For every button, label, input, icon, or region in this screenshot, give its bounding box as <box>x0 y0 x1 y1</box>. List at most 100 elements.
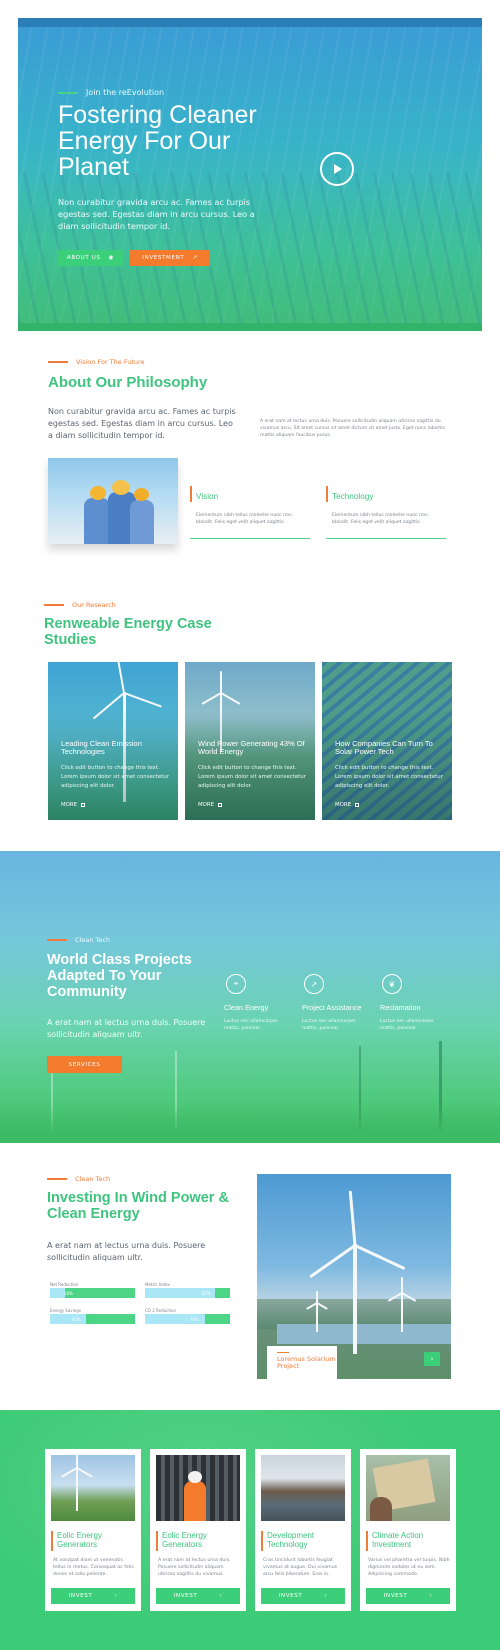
meter-energy-savings: Energy Savings 42% <box>50 1308 135 1324</box>
meter-track: 42% <box>50 1314 135 1324</box>
philosophy-small-text: A erat nam at lectus urna duis. Posuere … <box>260 419 445 438</box>
pin-icon: ⌖ <box>226 974 246 994</box>
meter-value: 18% <box>64 1291 73 1296</box>
invest-button[interactable]: INVEST › <box>366 1588 450 1604</box>
case-study-card[interactable]: Leading Clean Emission Technologies Clic… <box>48 662 178 820</box>
invest-button[interactable]: INVEST › <box>51 1588 135 1604</box>
chart-icon: ↗ <box>192 255 198 261</box>
caption-line <box>277 1352 289 1353</box>
world-eyebrow-text: Clean Tech <box>75 936 111 944</box>
hero-eyebrow-text: Join the reEvolution <box>86 88 165 97</box>
world-feature-title: Reclamation <box>380 1003 421 1012</box>
world-feature-project-assistance: ↗ Project Assistance Luctus nec ullamcor… <box>302 974 372 1032</box>
philosophy-eyebrow-text: Vision For The Future <box>76 358 145 366</box>
meter-value: 82% <box>202 1291 211 1296</box>
more-link[interactable]: MORE <box>198 802 223 808</box>
feature-title: Vision <box>196 492 219 501</box>
meter-track: 82% <box>145 1288 230 1298</box>
product-photo <box>261 1455 345 1521</box>
product-card: Eolic Energy Generators At volutpat diam… <box>45 1449 141 1611</box>
services-button[interactable]: SERVICES <box>47 1056 122 1073</box>
card-title: Leading Clean Emission Technologies <box>61 739 142 756</box>
product-title: Eolic Energy Generators <box>162 1531 207 1549</box>
leaf-icon: ❦ <box>382 974 402 994</box>
product-title: Climate Action Investment <box>372 1531 424 1549</box>
world-feature-title: Project Assistance <box>302 1003 362 1012</box>
card-title: How Companies Can Turn To Solar Power Te… <box>335 739 433 756</box>
services-label: SERVICES <box>68 1061 101 1068</box>
grass-ground <box>0 1103 500 1143</box>
product-card: Development Technology Cras tincidunt lo… <box>255 1449 351 1611</box>
invest-button[interactable]: INVEST › <box>261 1588 345 1604</box>
card-title: Wind Power Generating 43% Of World Energ… <box>198 739 305 756</box>
case-study-card[interactable]: Wind Power Generating 43% Of World Energ… <box>185 662 315 820</box>
invest-label: INVEST <box>278 1593 303 1599</box>
world-feature-text: Luctus nec ullamcorper mattis, pulvinar. <box>302 1019 356 1031</box>
world-feature-reclamation: ❦ Reclamation Luctus nec ullamcorper mat… <box>380 974 450 1032</box>
investment-label: INVESTMENT <box>142 255 185 261</box>
card-text: Click edit button to change this text. L… <box>335 765 443 789</box>
engineers-photo <box>48 458 178 544</box>
investment-button[interactable]: INVESTMENT ↗ <box>130 250 210 266</box>
world-feature-text: Luctus nec ullamcorper mattis, pulvinar. <box>380 1019 434 1031</box>
feature-accent-bar <box>190 486 192 502</box>
chevron-right-icon: › <box>324 1593 328 1599</box>
square-arrow-icon <box>218 803 223 807</box>
world-title: World Class Projects Adapted To Your Com… <box>47 952 192 1000</box>
hero-eyebrow: Join the reEvolution <box>58 88 164 97</box>
play-video-button[interactable] <box>320 152 354 186</box>
chevron-right-icon: › <box>114 1593 118 1599</box>
product-photo <box>366 1455 450 1521</box>
eyebrow-line <box>44 604 64 606</box>
case-study-card[interactable]: How Companies Can Turn To Solar Power Te… <box>322 662 452 820</box>
philosophy-title: About Our Philosophy <box>48 374 208 391</box>
product-accent-bar <box>156 1531 158 1551</box>
philosophy-eyebrow: Vision For The Future <box>48 358 145 366</box>
world-class-section: Clean Tech World Class Projects Adapted … <box>0 851 500 1143</box>
meter-net-reduction: Net Reduction 18% <box>50 1282 135 1298</box>
feature-text: Elementum nibh tellus molestie nunc non … <box>196 513 292 525</box>
meter-track: 18% <box>50 1288 135 1298</box>
invest-label: INVEST <box>173 1593 198 1599</box>
feature-underline <box>326 538 446 539</box>
more-link[interactable]: MORE <box>61 802 86 808</box>
feature-underline <box>190 538 310 539</box>
more-label: MORE <box>61 802 78 808</box>
hero-top-bar <box>18 18 482 27</box>
hero-bottom-bar <box>18 323 482 331</box>
product-accent-bar <box>366 1531 368 1551</box>
product-text: Varius vel pharetra vel turpis. Nibh dig… <box>368 1558 450 1577</box>
product-text: At volutpat diam ut venenatis tellus in … <box>53 1558 134 1577</box>
investing-eyebrow-text: Clean Tech <box>75 1175 111 1183</box>
meter-value: 42% <box>72 1317 81 1322</box>
eyebrow-line <box>47 939 67 941</box>
product-text: A erat nam at lectus urna duis. Posuere … <box>158 1558 231 1577</box>
meter-fill <box>50 1288 66 1298</box>
feature-accent-bar <box>326 486 328 502</box>
investing-eyebrow: Clean Tech <box>47 1175 110 1183</box>
hero-text: Non curabitur gravida arcu ac. Fames ac … <box>58 197 255 231</box>
meter-value: 70% <box>190 1317 199 1322</box>
investing-text: A erat nam at lectus urna duis. Posuere … <box>47 1241 206 1262</box>
invest-label: INVEST <box>68 1593 93 1599</box>
hero-title: Fostering Cleaner Energy For Our Planet <box>58 101 257 181</box>
more-link[interactable]: MORE <box>335 802 360 808</box>
card-text: Click edit button to change this text. L… <box>61 765 169 789</box>
chart-icon: ↗ <box>304 974 324 994</box>
product-title: Eolic Energy Generators <box>57 1531 102 1549</box>
next-arrow-button[interactable]: › <box>424 1352 440 1366</box>
chevron-right-icon: › <box>219 1593 223 1599</box>
product-card: Eolic Energy Generators A erat nam at le… <box>150 1449 246 1611</box>
play-icon <box>334 164 342 174</box>
eyebrow-line <box>48 361 68 363</box>
world-text: A erat nam at lectus urna duis. Posuere … <box>47 1018 206 1039</box>
hero-section: Join the reEvolution Fostering Cleaner E… <box>18 18 482 331</box>
meter-metric-index: Metric Index 82% <box>145 1282 230 1298</box>
square-arrow-icon <box>355 803 360 807</box>
research-eyebrow: Our Research <box>44 601 116 609</box>
more-label: MORE <box>335 802 352 808</box>
invest-button[interactable]: INVEST › <box>156 1588 240 1604</box>
about-us-label: ABOUT US <box>66 255 101 261</box>
about-us-button[interactable]: ABOUT US ◉ <box>58 250 123 266</box>
feature-title: Technology <box>332 492 374 501</box>
